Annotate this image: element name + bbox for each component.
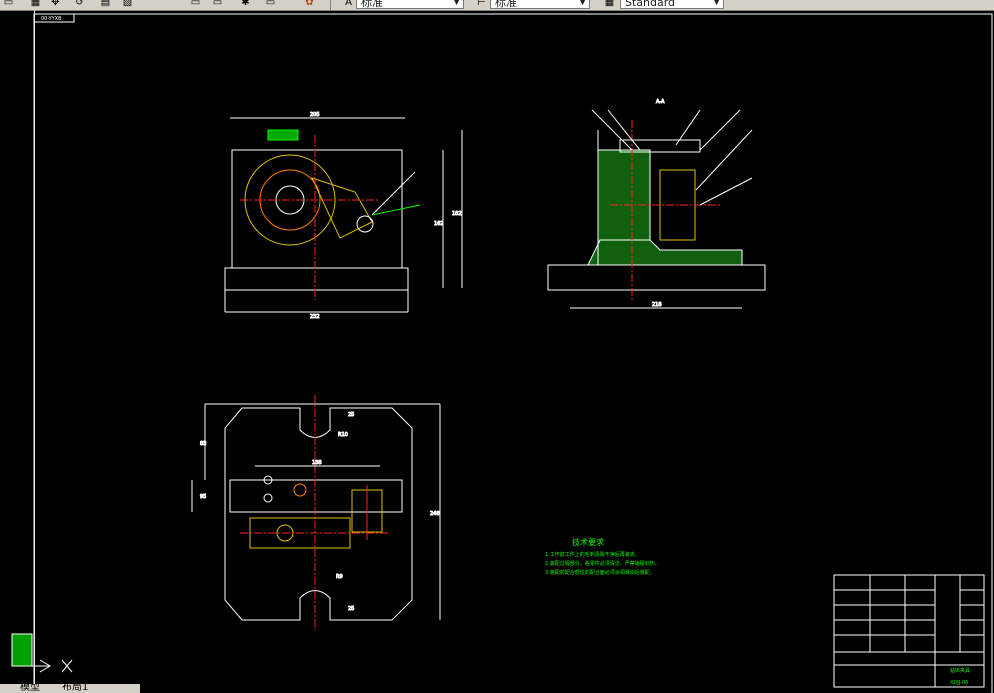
dim-248: 248 <box>430 511 440 517</box>
dim-25-bottom: 25 <box>348 606 354 612</box>
tech-title: 技术要求 <box>572 537 604 547</box>
undo-icon[interactable]: ↺ <box>74 0 85 8</box>
dim-r10: R10 <box>338 432 348 438</box>
tab-layout1[interactable]: 布局1 <box>62 684 88 693</box>
tech-line-3: 3.装配前配合部位的配合面必须涂润滑油后装配。 <box>545 569 655 576</box>
tech-line-2: 2.装配过程部分，各零件必须清洁，严禁磕碰划伤。 <box>545 560 660 567</box>
plan-base <box>224 407 413 621</box>
dim-182: 182 <box>452 211 462 217</box>
dim-r9: R9 <box>336 574 343 580</box>
chevron-down-icon: ▼ <box>713 0 720 7</box>
section-view: A-A 218 <box>547 99 766 309</box>
document-icon[interactable]: ▭ <box>3 0 14 8</box>
front-base <box>224 267 409 291</box>
tech-requirements: 技术要求 1.工作前工件上的毛刺清除干净后再装夹。 2.装配过程部分，各零件必须… <box>545 537 660 576</box>
dim-25-top: 25 <box>348 412 354 418</box>
drawing-canvas[interactable]: 00-YYXB 205 232 182 162 A-A 218 248 138 … <box>0 10 994 693</box>
side-base <box>547 264 766 291</box>
sheet-frame <box>33 13 993 693</box>
title-block-code: XDJJ-00 <box>950 680 968 686</box>
plan-view: 248 138 95 83 25 R10 R9 25 <box>191 395 441 630</box>
star-icon[interactable]: ✱ <box>240 0 251 8</box>
table-icon[interactable]: ▤ <box>100 0 111 8</box>
guide-bar <box>229 479 403 513</box>
dim-style-combo[interactable]: 标准 ▼ <box>490 0 590 9</box>
zoom-icon[interactable]: ▧ <box>122 0 133 8</box>
tab-model[interactable]: 模型 <box>20 684 40 693</box>
move-icon[interactable]: ✥ <box>50 0 61 8</box>
layout-tabs: 模型 布局1 <box>0 684 140 693</box>
grid-icon[interactable]: ▦ <box>30 0 41 8</box>
title-block: 钻床夹具 XDJJ-00 <box>833 574 985 688</box>
ucs-icon <box>11 633 73 673</box>
chevron-down-icon: ▼ <box>579 0 586 7</box>
knob-top <box>267 129 299 141</box>
dim-style-icon: ⊢ <box>477 0 486 8</box>
dim-95: 95 <box>200 494 206 500</box>
text-style-icon: A <box>345 0 352 8</box>
text-style-value: 标准 <box>361 0 383 9</box>
front-body <box>231 149 403 269</box>
section-label: A-A <box>656 99 665 105</box>
dim-232: 232 <box>310 314 320 320</box>
tech-line-1: 1.工作前工件上的毛刺清除干净后再装夹。 <box>545 551 640 558</box>
text-style-combo[interactable]: 标准 ▼ <box>356 0 464 9</box>
layer-icon[interactable]: ▭ <box>190 0 201 8</box>
toolbar-separator <box>330 0 331 10</box>
palette-icon[interactable]: ✿ <box>304 0 315 8</box>
clamp-arm <box>311 177 373 239</box>
chevron-down-icon: ▼ <box>453 0 460 7</box>
title-block-name: 钻床夹具 <box>950 667 970 674</box>
table-style-combo[interactable]: Standard ▼ <box>620 0 724 9</box>
table-style-value: Standard <box>625 0 676 9</box>
layer-icon[interactable]: ▭ <box>212 0 223 8</box>
sheet-code-text: 00-YYXB <box>41 16 62 22</box>
dim-205: 205 <box>310 112 320 118</box>
table-style-icon: ▦ <box>604 0 615 8</box>
front-view: 205 232 182 162 <box>224 112 463 321</box>
dim-218: 218 <box>652 302 662 308</box>
dim-83: 83 <box>200 441 206 447</box>
dim-162: 162 <box>434 221 444 227</box>
dim-138: 138 <box>312 460 322 466</box>
layer-icon[interactable]: ▭ <box>265 0 276 8</box>
dim-style-value: 标准 <box>495 0 517 9</box>
